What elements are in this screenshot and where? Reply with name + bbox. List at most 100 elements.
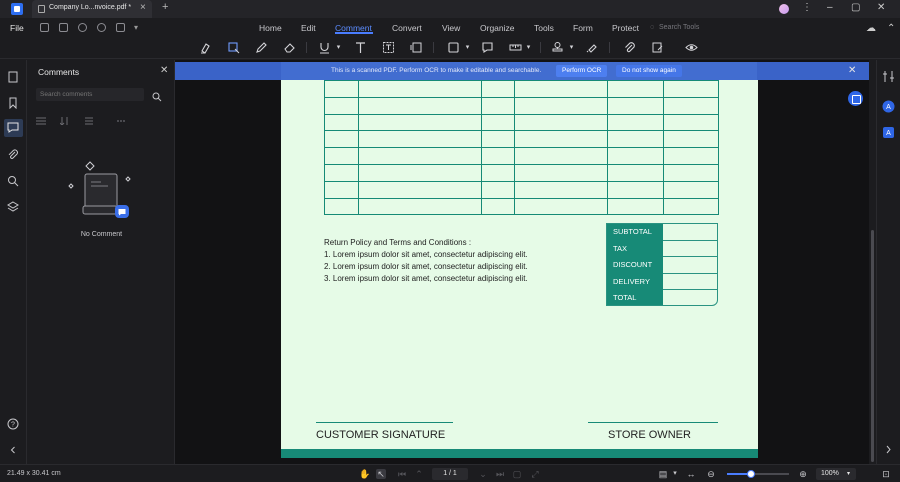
area-highlight-icon[interactable] <box>227 41 240 54</box>
shape-icon[interactable] <box>447 41 460 54</box>
menu-edit[interactable]: Edit <box>301 23 316 33</box>
perform-ocr-button[interactable]: Perform OCR <box>556 65 608 77</box>
attachment-icon[interactable] <box>623 41 636 54</box>
last-page-icon[interactable]: ⏭ <box>495 469 505 479</box>
next-page-icon[interactable]: ⌄ <box>478 469 488 479</box>
select-tool-icon[interactable]: ↖ <box>376 469 386 479</box>
signature-icon[interactable] <box>585 41 598 54</box>
menu-protect[interactable]: Protect <box>612 23 639 33</box>
close-icon[interactable]: ✕ <box>877 2 885 13</box>
help-icon[interactable]: ? <box>7 417 19 430</box>
highlight-icon[interactable] <box>199 41 212 54</box>
panel-close-icon[interactable]: ✕ <box>160 65 168 76</box>
delivery-label: DELIVERY <box>607 273 663 291</box>
measure-dropdown-icon[interactable]: ▾ <box>522 41 535 54</box>
ai-assistant-float-icon[interactable] <box>848 91 863 106</box>
menu-tools[interactable]: Tools <box>534 23 554 33</box>
scrollbar-thumb[interactable] <box>871 230 874 462</box>
menu-convert[interactable]: Convert <box>392 23 422 33</box>
active-menu-indicator <box>335 32 373 34</box>
stamp-icon[interactable] <box>551 41 564 54</box>
redo-icon[interactable] <box>97 23 106 32</box>
prev-page-icon[interactable]: ⌃ <box>414 469 424 479</box>
store-owner-line <box>588 422 718 423</box>
menu-view[interactable]: View <box>442 23 460 33</box>
chevron-down-icon: ▾ <box>847 471 851 477</box>
maximize-icon[interactable]: ▢ <box>851 2 860 13</box>
callout-icon[interactable] <box>410 41 423 54</box>
save-icon[interactable] <box>40 23 49 32</box>
pencil-icon[interactable] <box>255 41 268 54</box>
underline-icon[interactable] <box>318 41 331 54</box>
search-icon[interactable] <box>152 89 162 102</box>
page-thumbnails-icon[interactable] <box>7 70 19 83</box>
search-tools-input[interactable]: Search Tools <box>659 24 699 31</box>
fit-page-icon[interactable]: ▢ <box>512 469 522 479</box>
undo-icon[interactable] <box>78 23 87 32</box>
text-icon[interactable] <box>354 41 367 54</box>
comment-panel-icon[interactable] <box>4 119 23 137</box>
textbox-icon[interactable] <box>382 41 395 54</box>
rotate-icon[interactable]: ⤢ <box>530 469 540 479</box>
zoom-in-icon[interactable]: ⊕ <box>798 469 808 479</box>
translate-icon[interactable]: A <box>882 126 895 139</box>
document-viewer[interactable]: Return Policy and Terms and Conditions :… <box>175 60 869 464</box>
measure-icon[interactable] <box>509 41 522 54</box>
page-number-input[interactable]: 1 / 1 <box>432 468 468 480</box>
edit-note-icon[interactable] <box>651 41 664 54</box>
share-icon[interactable] <box>116 23 125 32</box>
underline-dropdown-icon[interactable]: ▾ <box>332 41 345 54</box>
filter-list-icon[interactable] <box>36 112 46 125</box>
collapse-panel-icon[interactable] <box>7 443 19 455</box>
collapse-ribbon-icon[interactable]: ⌃ <box>887 23 895 34</box>
ai-icon[interactable]: A <box>882 100 895 113</box>
dropdown-icon[interactable]: ▾ <box>134 23 143 32</box>
avatar[interactable] <box>779 4 789 14</box>
empty-comments-illustration-icon <box>68 160 134 224</box>
sort-icon[interactable] <box>59 112 70 126</box>
tab-close-icon[interactable]: × <box>140 2 146 13</box>
page-layout-icon[interactable]: ▤ <box>658 469 668 479</box>
more-options-icon[interactable] <box>116 112 126 122</box>
zoom-out-icon[interactable]: ⊖ <box>706 469 716 479</box>
document-tab[interactable]: Company Lo...nvoice.pdf * <box>32 0 152 18</box>
comment-icon[interactable] <box>481 41 494 54</box>
totals-row: TOTAL <box>607 290 717 305</box>
status-bar: 21.49 x 30.41 cm ✋ ↖ ⏮ ⌃ 1 / 1 ⌄ ⏭ ▢ ⤢ ▤… <box>0 464 900 482</box>
zoom-level-select[interactable]: 100% ▾ <box>816 468 856 480</box>
lightbulb-icon: ◌ <box>650 24 655 31</box>
expand-panel-icon[interactable] <box>882 443 895 456</box>
menu-form[interactable]: Form <box>573 23 593 33</box>
minimize-icon[interactable]: – <box>827 2 833 13</box>
tax-label: TAX <box>607 240 663 258</box>
menu-dots-icon[interactable]: ⋮ <box>802 2 812 13</box>
search-icon[interactable] <box>7 174 19 187</box>
do-not-show-again-button[interactable]: Do not show again <box>616 65 682 77</box>
eye-icon[interactable] <box>685 41 698 54</box>
fullscreen-icon[interactable]: ⊡ <box>881 469 891 479</box>
menu-bar: File ▾ Home Edit Comment Convert View Or… <box>0 18 900 38</box>
svg-text:A: A <box>886 104 891 111</box>
policy-line: 2. Lorem ipsum dolor sit amet, consectet… <box>324 262 528 271</box>
expand-icon[interactable] <box>84 112 94 125</box>
attachment-panel-icon[interactable] <box>7 148 19 160</box>
eraser-icon[interactable] <box>283 41 296 54</box>
fit-width-icon[interactable]: ↔ <box>686 469 696 479</box>
stamp-dropdown-icon[interactable]: ▾ <box>565 41 578 54</box>
page-layout-dropdown-icon[interactable]: ▾ <box>670 469 680 479</box>
bookmark-icon[interactable] <box>7 96 19 110</box>
menu-home[interactable]: Home <box>259 23 282 33</box>
properties-icon[interactable] <box>882 70 895 83</box>
zoom-slider-knob[interactable] <box>747 470 755 478</box>
menu-organize[interactable]: Organize <box>480 23 515 33</box>
new-tab-icon[interactable]: + <box>162 1 168 13</box>
hand-tool-icon[interactable]: ✋ <box>359 469 370 479</box>
shape-dropdown-icon[interactable]: ▾ <box>461 41 474 54</box>
comment-search-input[interactable] <box>36 88 144 101</box>
first-page-icon[interactable]: ⏮ <box>397 469 407 479</box>
ocr-close-icon[interactable]: ✕ <box>848 65 856 76</box>
layers-icon[interactable] <box>7 200 19 212</box>
cloud-icon[interactable]: ☁ <box>866 23 876 34</box>
file-menu[interactable]: File <box>10 23 24 33</box>
print-icon[interactable] <box>59 23 68 32</box>
